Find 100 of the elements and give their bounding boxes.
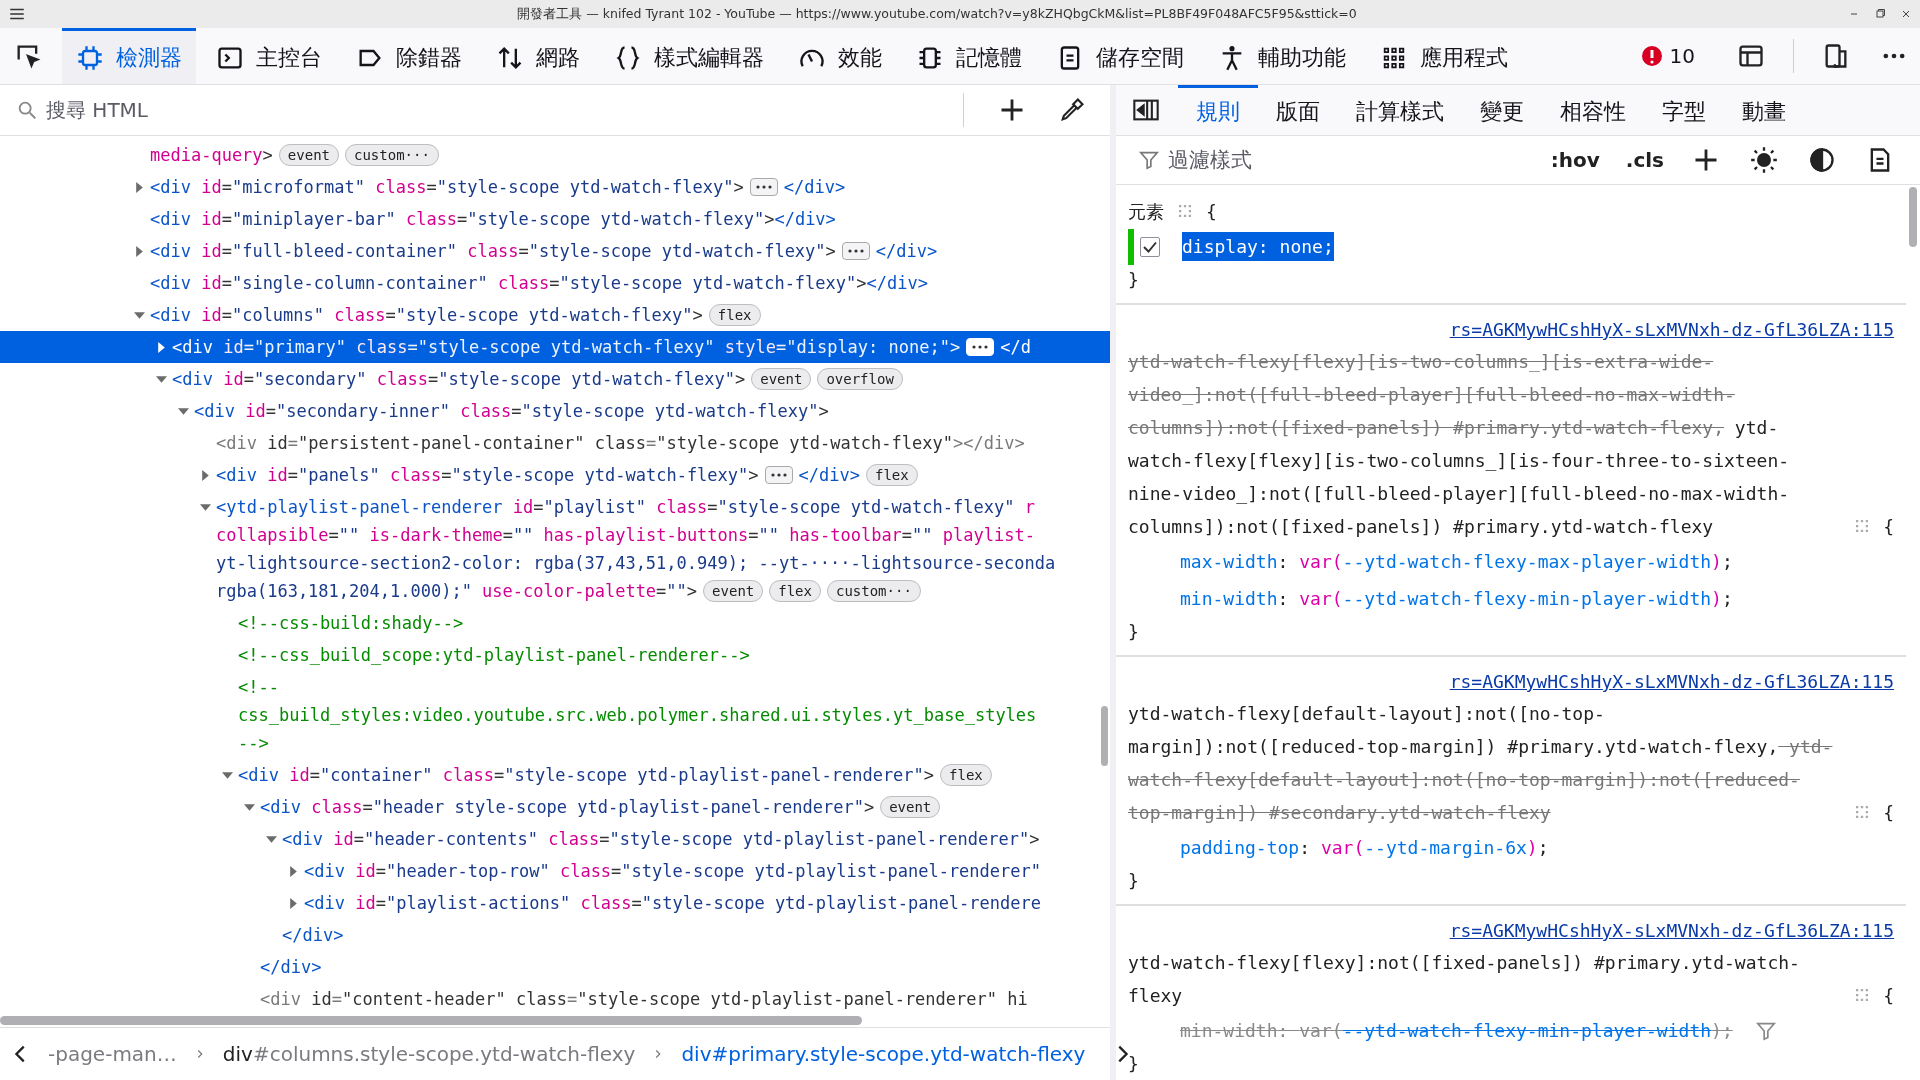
style-icon	[614, 43, 642, 72]
sidebar-tab[interactable]: 字型	[1644, 85, 1724, 135]
sidebar-tab[interactable]: 版面	[1258, 85, 1338, 135]
markup-line[interactable]: <div id="secondary" class="style-scope ytd-watch-flexy">	[172, 369, 746, 389]
ellipsis-button[interactable]	[841, 242, 870, 260]
markup-line[interactable]: -->	[238, 733, 269, 753]
sidebar-tab[interactable]: 相容性	[1542, 85, 1644, 135]
toolbox-tab[interactable]: 樣式編輯器	[600, 28, 778, 84]
restore-icon[interactable]	[1874, 8, 1886, 20]
breadcrumb[interactable]: div#primary.style-scope.ytd-watch-flexy	[675, 1042, 1092, 1066]
expand-toggle-icon[interactable]	[288, 897, 299, 909]
expand-toggle-icon[interactable]	[266, 833, 277, 845]
source-link[interactable]: rs=AGKMywHCshHyX-sLxMVNxh-dz-GfL36LZA:115	[1449, 667, 1894, 697]
expand-toggle-icon[interactable]	[156, 373, 167, 385]
markup-badge[interactable]: flex	[940, 764, 992, 786]
expand-toggle-icon[interactable]	[222, 769, 233, 781]
sidebar-tab[interactable]: 規則	[1178, 85, 1258, 135]
sidebar-tab[interactable]: 計算樣式	[1338, 85, 1462, 135]
markup-line[interactable]: rgba(163,181,204,1.000);" use-color-palette="">	[216, 581, 698, 601]
scrollbar-thumb[interactable]	[1101, 706, 1108, 766]
sidebar-tab[interactable]: 變更	[1462, 85, 1542, 135]
scrollbar-thumb[interactable]	[0, 1016, 862, 1025]
markup-badge[interactable]: event	[703, 580, 764, 602]
sun-icon[interactable]	[1750, 146, 1778, 174]
declaration[interactable]: min-width: var(--ytd-watch-flexy-min-player-width);	[1180, 588, 1733, 609]
expand-toggle-icon[interactable]	[134, 181, 145, 193]
expand-toggle-icon[interactable]	[134, 309, 145, 321]
markup-badge[interactable]: event	[278, 144, 339, 166]
toolbox-tab[interactable]: 效能	[784, 28, 896, 84]
filter-icon	[1138, 149, 1160, 171]
scrollbar-thumb[interactable]	[1909, 187, 1917, 247]
markup-line[interactable]: <!--css_build_scope:ytd-playlist-panel-renderer-->	[238, 645, 750, 665]
toolbox-tab[interactable]: 記憶體	[902, 28, 1036, 84]
markup-line[interactable]: media-query>	[150, 145, 273, 165]
markup-line[interactable]: <div id="header-top-row" class="style-scope ytd-playlist-panel-renderer"	[304, 861, 1041, 881]
markup-line[interactable]: <div id="single-column-container" class="style-scope ytd-watch-flexy"></div>	[150, 273, 928, 293]
markup-line[interactable]: collapsible="" is-dark-theme="" has-playlist-buttons="" has-toolbar="" playlist-	[216, 525, 1035, 545]
window-title: 開發者工具 — knifed Tyrant 102 - YouTube — https://www.youtube.com/watch?v=y8kZHQbgCkM&list=PL8BF49F048AFC5F95&sttick=0	[516, 5, 1358, 23]
markup-line[interactable]: yt-lightsource-section2-color: rgba(37,43,51,0.949); --yt-····-lightsource-seconda	[216, 553, 1056, 573]
markup-badge[interactable]: custom···	[826, 580, 921, 602]
close-icon[interactable]	[1900, 8, 1912, 20]
markup-line[interactable]: <div id="miniplayer-bar" class="style-scope ytd-watch-flexy"></div>	[150, 209, 836, 229]
declaration[interactable]: min-width: var(--ytd-watch-flexy-min-player-width);	[1180, 1020, 1733, 1041]
markup-line[interactable]: <ytd-playlist-panel-renderer id="playlist" class="style-scope ytd-watch-flexy" r	[216, 497, 1035, 517]
class-toggle[interactable]: .cls	[1615, 148, 1674, 172]
source-link[interactable]: rs=AGKMywHCshHyX-sLxMVNxh-dz-GfL36LZA:115	[1449, 315, 1894, 345]
expand-toggle-icon[interactable]	[288, 865, 299, 877]
markup-line[interactable]: <div id="playlist-actions" class="style-scope ytd-playlist-panel-rendere	[304, 893, 1041, 913]
markup-line[interactable]: <!--	[238, 677, 279, 697]
search-field[interactable]: 搜尋 HTML	[46, 98, 955, 122]
eyedropper-icon[interactable]	[1058, 96, 1086, 124]
markup-badge[interactable]: overflow	[817, 368, 903, 390]
markup-line[interactable]: <div id="content-header" class="style-scope ytd-playlist-panel-renderer" hi	[260, 989, 1028, 1009]
toolbox-tab[interactable]: 除錯器	[342, 28, 476, 84]
toolbox-tab[interactable]: 輔助功能	[1204, 28, 1360, 84]
markup-line[interactable]: <div id="panels" class="style-scope ytd-watch-flexy">	[216, 465, 759, 485]
ellipsis-button[interactable]	[764, 466, 793, 484]
markup-line[interactable]: <div id="header-contents" class="style-scope ytd-playlist-panel-renderer">	[282, 829, 1040, 849]
sidebar-tab[interactable]: 動畫	[1724, 85, 1804, 135]
ellipsis-button[interactable]	[749, 178, 778, 196]
toolbox-tab[interactable]: 網路	[482, 28, 594, 84]
expand-toggle-icon[interactable]	[178, 405, 189, 417]
markup-badge[interactable]: event	[880, 796, 941, 818]
toolbox-tab[interactable]: 檢測器	[62, 28, 196, 84]
breadcrumb[interactable]: -page-man…	[42, 1042, 183, 1066]
toolbox-tab[interactable]: 儲存空間	[1042, 28, 1198, 84]
markup-line[interactable]: css_build_styles:video.youtube.src.web.polymer.shared.ui.styles.yt_base_styles	[238, 705, 1037, 725]
declaration[interactable]: max-width: var(--ytd-watch-flexy-max-player-width);	[1180, 551, 1733, 572]
declaration[interactable]: display: none;	[1182, 232, 1334, 261]
markup-line[interactable]: <div id="persistent-panel-container" class="style-scope ytd-watch-flexy"></div>	[216, 433, 1025, 453]
markup-line[interactable]: <div id="container" class="style-scope ytd-playlist-panel-renderer">	[238, 765, 935, 785]
markup-line[interactable]: <div class="header style-scope ytd-playlist-panel-renderer">	[260, 797, 875, 817]
markup-line[interactable]: <div id="columns" class="style-scope ytd-watch-flexy">	[150, 305, 703, 325]
markup-badge[interactable]: flex	[865, 464, 918, 486]
expand-toggle-icon[interactable]	[200, 469, 211, 481]
brace: }	[1128, 269, 1139, 290]
markup-line[interactable]: <div id="full-bleed-container" class="style-scope ytd-watch-flexy">	[150, 241, 836, 261]
markup-badge[interactable]: flex	[708, 304, 761, 326]
toolbox-tab[interactable]: 主控台	[202, 28, 336, 84]
expand-toggle-icon[interactable]	[244, 801, 255, 813]
markup-badge[interactable]: event	[751, 368, 812, 390]
markup-line[interactable]: <div id="secondary-inner" class="style-scope ytd-watch-flexy">	[194, 401, 829, 421]
markup-badge[interactable]: flex	[769, 580, 821, 602]
markup-line[interactable]: <div id="microformat" class="style-scope ytd-watch-flexy">	[150, 177, 744, 197]
closing-tag: </div>	[282, 925, 344, 945]
contrast-icon[interactable]	[1808, 146, 1836, 174]
checkbox[interactable]	[1140, 236, 1160, 257]
error-count-button[interactable]: 10	[1633, 43, 1701, 69]
filter-field[interactable]: 過濾樣式	[1166, 147, 1535, 173]
markup-line[interactable]: <!--css-build:shady-->	[238, 613, 464, 633]
source-link[interactable]: rs=AGKMywHCshHyX-sLxMVNxh-dz-GfL36LZA:115	[1449, 916, 1894, 946]
breadcrumb[interactable]: div#columns.style-scope.ytd-watch-flexy	[216, 1042, 642, 1066]
markup-line[interactable]: <div id="primary" class="style-scope ytd-watch-flexy" style="display: none;">	[172, 337, 961, 357]
markup-badge[interactable]: custom···	[345, 144, 439, 166]
declaration[interactable]: padding-top: var(--ytd-margin-6x);	[1180, 837, 1549, 858]
expand-toggle-icon[interactable]	[156, 341, 167, 353]
expand-toggle-icon[interactable]	[134, 245, 145, 257]
expand-toggle-icon[interactable]	[200, 501, 211, 513]
hover-toggle[interactable]: :hov	[1540, 148, 1610, 172]
toolbox-tab[interactable]: 應用程式	[1366, 28, 1522, 84]
